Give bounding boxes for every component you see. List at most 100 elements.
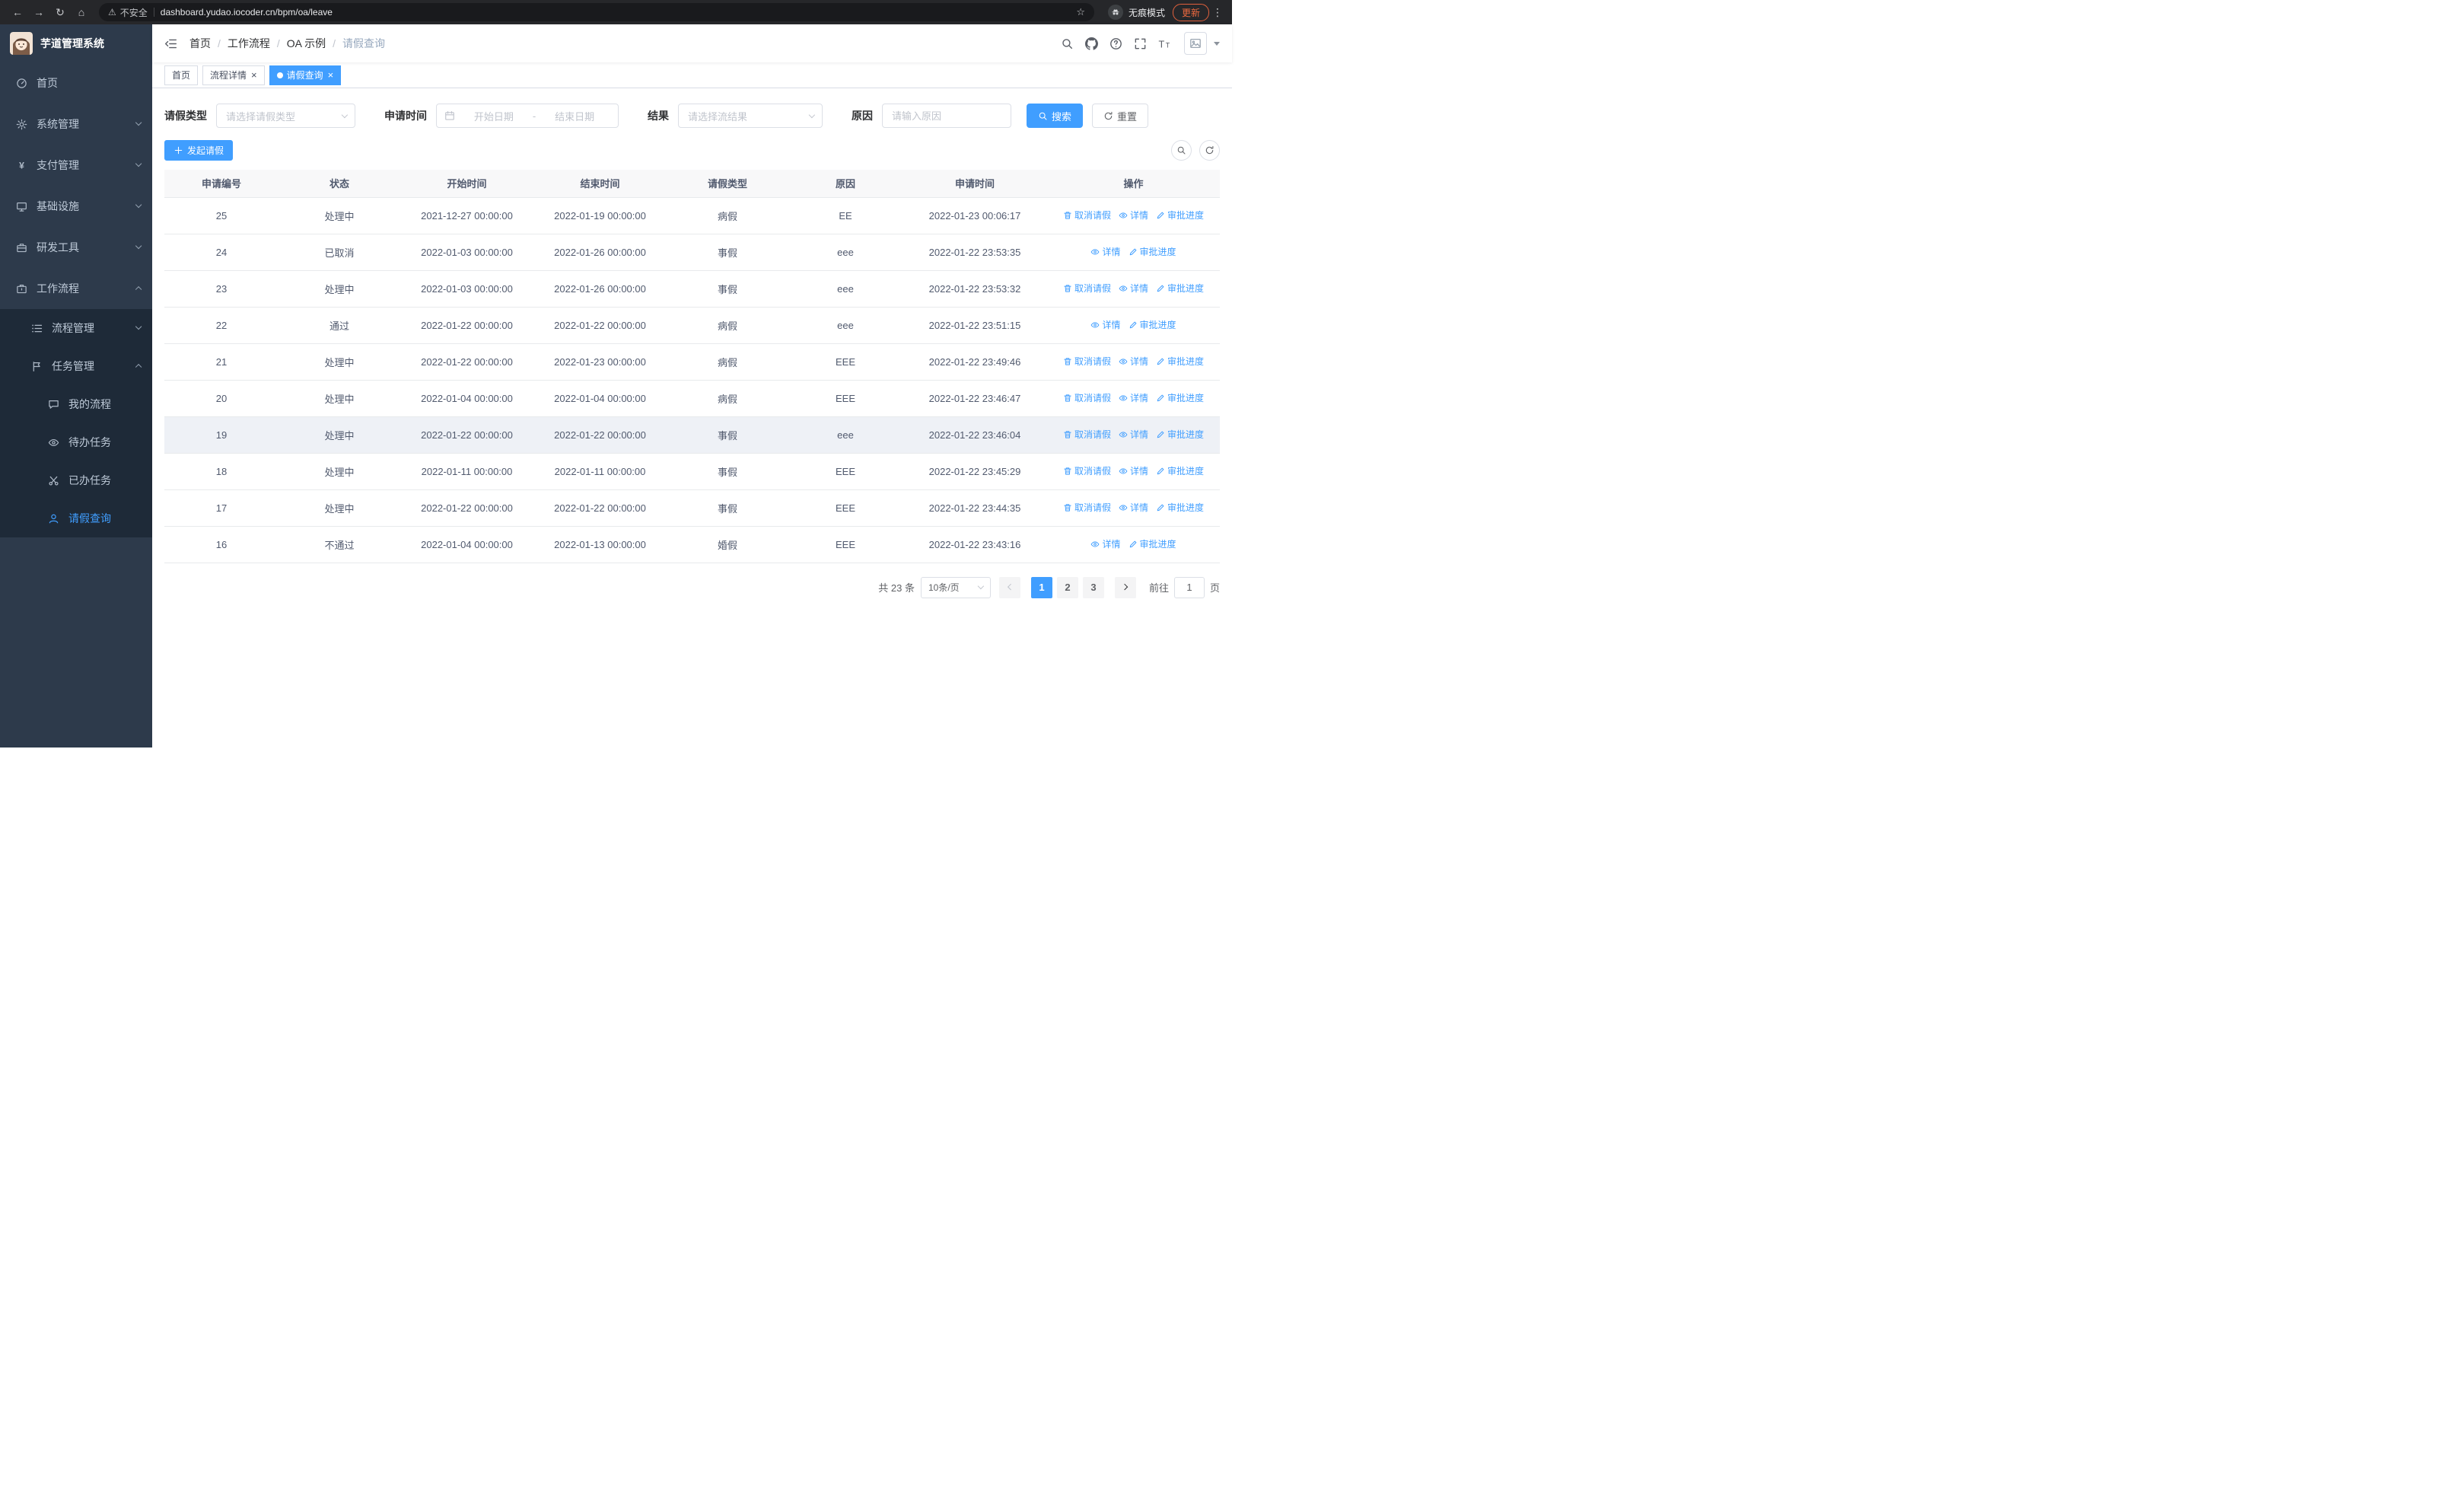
sidebar-item-dev-tools[interactable]: 研发工具 — [0, 227, 152, 268]
trash-icon — [1063, 284, 1072, 293]
cancel-leave-link[interactable]: 取消请假 — [1063, 209, 1111, 222]
cancel-leave-link-label: 取消请假 — [1074, 466, 1111, 477]
github-icon[interactable] — [1081, 33, 1102, 54]
page-button-2[interactable]: 2 — [1056, 576, 1078, 598]
user-avatar[interactable] — [1184, 32, 1207, 55]
approval-progress-link[interactable]: 审批进度 — [1129, 537, 1176, 550]
close-tab-icon[interactable]: × — [251, 70, 257, 80]
sidebar-item-infrastructure[interactable]: 基础设施 — [0, 186, 152, 227]
breadcrumb-item-oa-example[interactable]: OA 示例 — [287, 36, 326, 51]
detail-link[interactable]: 详情 — [1090, 537, 1121, 550]
detail-link[interactable]: 详情 — [1119, 209, 1148, 222]
address-bar[interactable]: ⚠ 不安全 dashboard.yudao.iocoder.cn/bpm/oa/… — [99, 3, 1094, 21]
eye-icon — [1090, 540, 1100, 549]
search-button-label: 搜索 — [1052, 110, 1072, 123]
browser-update-button[interactable]: 更新 — [1172, 3, 1209, 21]
detail-link[interactable]: 详情 — [1090, 245, 1121, 258]
sidebar-item-my-process[interactable]: 我的流程 — [0, 385, 152, 423]
refresh-table-button[interactable] — [1199, 140, 1220, 161]
browser-menu-icon[interactable]: ⋮ — [1211, 6, 1224, 19]
approval-progress-link[interactable]: 审批进度 — [1156, 282, 1204, 295]
forward-icon[interactable]: → — [29, 2, 49, 22]
table-row-18: 18 处理中 2022-01-11 00:00:00 2022-01-11 00:00… — [164, 453, 1220, 490]
bookmark-star-icon[interactable]: ☆ — [1076, 6, 1085, 18]
back-icon[interactable]: ← — [8, 2, 27, 22]
next-page-button[interactable] — [1114, 576, 1136, 598]
page-button-3[interactable]: 3 — [1082, 576, 1104, 598]
sidebar-fold-icon[interactable] — [164, 37, 177, 50]
page-button-1[interactable]: 1 — [1030, 576, 1052, 598]
approval-progress-link[interactable]: 审批进度 — [1129, 245, 1176, 258]
fullscreen-icon[interactable] — [1129, 33, 1151, 54]
cancel-leave-link[interactable]: 取消请假 — [1063, 355, 1111, 368]
toggle-search-button[interactable] — [1171, 140, 1192, 161]
reason-input[interactable] — [892, 110, 1001, 122]
create-leave-button[interactable]: 发起请假 — [164, 140, 234, 161]
approval-progress-link[interactable]: 审批进度 — [1156, 501, 1204, 514]
sidebar-item-todo-tasks[interactable]: 待办任务 — [0, 423, 152, 461]
close-tab-icon[interactable]: × — [328, 70, 334, 80]
sidebar-item-payment[interactable]: ¥ 支付管理 — [0, 145, 152, 186]
cancel-leave-link-label: 取消请假 — [1074, 429, 1111, 441]
approval-progress-link[interactable]: 审批进度 — [1156, 464, 1204, 477]
breadcrumb-item-home[interactable]: 首页 — [189, 36, 211, 51]
font-size-icon[interactable]: TT — [1154, 33, 1175, 54]
home-icon[interactable]: ⌂ — [72, 2, 91, 22]
prev-page-button[interactable] — [998, 576, 1020, 598]
sidebar-item-system[interactable]: 系统管理 — [0, 104, 152, 145]
sidebar-item-done-tasks[interactable]: 已办任务 — [0, 461, 152, 499]
detail-link[interactable]: 详情 — [1119, 501, 1148, 514]
tab-home[interactable]: 首页 — [164, 65, 199, 85]
sidebar-item-task-management[interactable]: 任务管理 — [0, 347, 152, 385]
sidebar-item-leave-query[interactable]: 请假查询 — [0, 499, 152, 537]
breadcrumb-item-workflow[interactable]: 工作流程 — [228, 36, 270, 51]
user-menu-caret-icon[interactable] — [1214, 41, 1220, 46]
cancel-leave-link[interactable]: 取消请假 — [1063, 464, 1111, 477]
cancel-leave-link[interactable]: 取消请假 — [1063, 428, 1111, 441]
page-size-select[interactable]: 10条/页 — [920, 576, 991, 598]
total-count: 共 23 条 — [878, 582, 915, 594]
detail-link[interactable]: 详情 — [1119, 428, 1148, 441]
approval-progress-link[interactable]: 审批进度 — [1156, 428, 1204, 441]
reload-icon[interactable]: ↻ — [50, 2, 70, 22]
detail-link-label: 详情 — [1129, 283, 1148, 295]
detail-link[interactable]: 详情 — [1119, 355, 1148, 368]
reset-button[interactable]: 重置 — [1092, 104, 1149, 128]
approval-progress-link[interactable]: 审批进度 — [1156, 355, 1204, 368]
sidebar-item-home[interactable]: 首页 — [0, 62, 152, 104]
cancel-leave-link[interactable]: 取消请假 — [1063, 501, 1111, 514]
edit-icon — [1156, 284, 1165, 293]
detail-link[interactable]: 详情 — [1119, 391, 1148, 404]
header-search-icon[interactable] — [1056, 33, 1078, 54]
approval-progress-link[interactable]: 审批进度 — [1156, 391, 1204, 404]
app-logo[interactable]: 芋道管理系统 — [0, 24, 152, 62]
leave-type-select[interactable]: 请选择请假类型 — [216, 104, 355, 128]
approval-progress-link[interactable]: 审批进度 — [1129, 318, 1176, 331]
cell-reason: EEE — [788, 526, 903, 563]
calendar-icon — [444, 110, 455, 121]
sidebar-item-workflow[interactable]: 工作流程 — [0, 268, 152, 309]
cancel-leave-link-label: 取消请假 — [1074, 210, 1111, 222]
chevron-down-icon — [135, 120, 142, 126]
tab-process-detail[interactable]: 流程详情 × — [202, 65, 265, 85]
tab-leave-query[interactable]: 请假查询 × — [269, 65, 342, 85]
detail-link[interactable]: 详情 — [1119, 282, 1148, 295]
cancel-leave-link[interactable]: 取消请假 — [1063, 282, 1111, 295]
sidebar-item-label: 任务管理 — [52, 360, 94, 372]
search-button[interactable]: 搜索 — [1027, 104, 1084, 128]
cancel-leave-link[interactable]: 取消请假 — [1063, 391, 1111, 404]
cell-id: 24 — [164, 234, 279, 271]
detail-link[interactable]: 详情 — [1119, 464, 1148, 477]
help-icon[interactable] — [1105, 33, 1126, 54]
date-range-picker[interactable]: 开始日期 - 结束日期 — [436, 104, 619, 128]
app-logo-avatar — [10, 32, 33, 55]
security-warning[interactable]: ⚠ 不安全 — [108, 6, 148, 19]
result-select[interactable]: 请选择流结果 — [678, 104, 823, 128]
sidebar-item-process-management[interactable]: 流程管理 — [0, 309, 152, 347]
goto-page-input[interactable] — [1173, 576, 1205, 598]
cell-start-time: 2022-01-22 00:00:00 — [400, 416, 533, 454]
column-header: 申请编号 — [164, 170, 279, 198]
approval-progress-link[interactable]: 审批进度 — [1156, 209, 1204, 222]
detail-link[interactable]: 详情 — [1090, 318, 1121, 331]
chevron-down-icon — [809, 111, 816, 118]
